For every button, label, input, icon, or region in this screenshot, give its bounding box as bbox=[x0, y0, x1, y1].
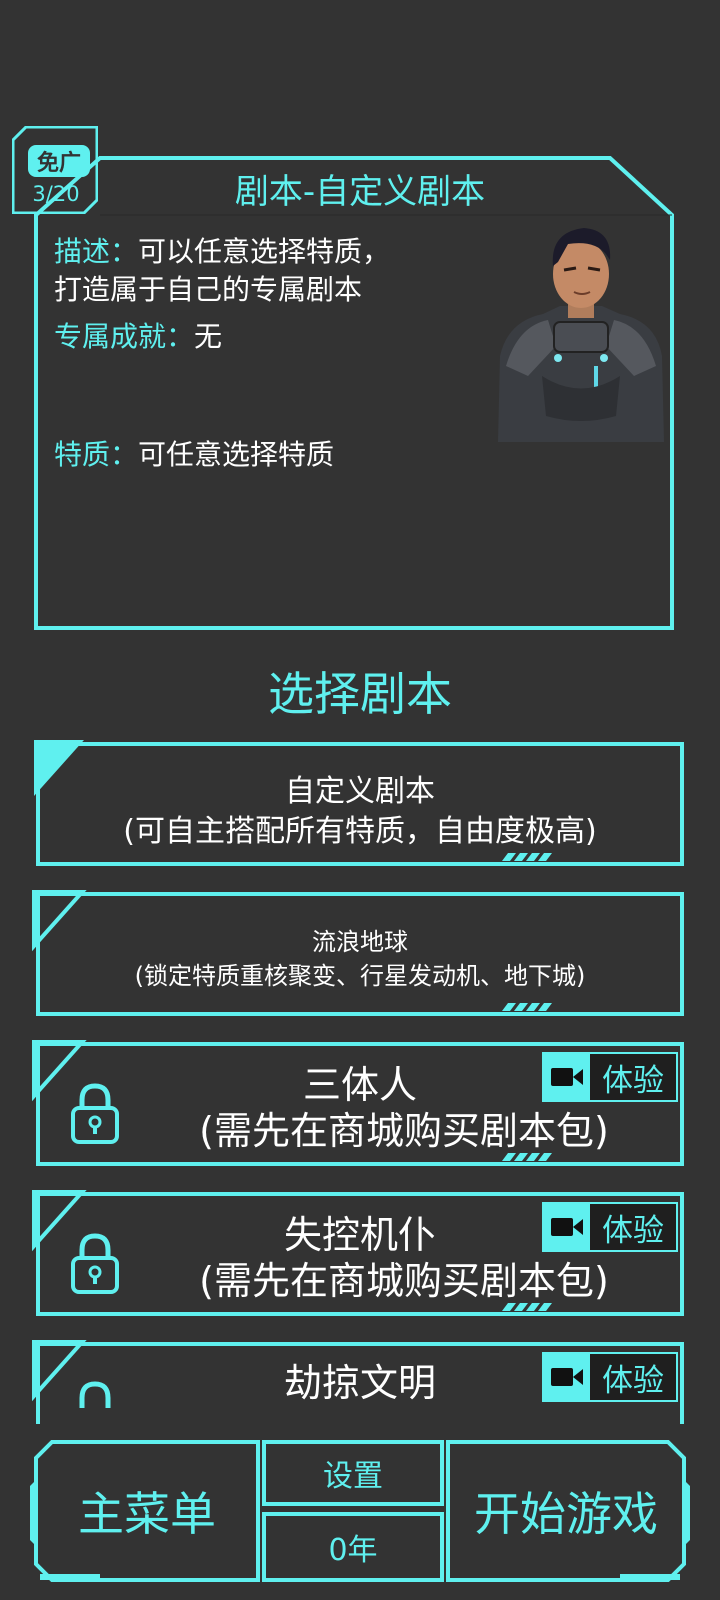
settings-button[interactable]: 设置 bbox=[264, 1442, 442, 1504]
script-card-rogue-servitors[interactable]: 失控机仆 (需先在商城购买剧本包) 体验 bbox=[30, 1190, 690, 1320]
description-row: 描述：可以任意选择特质， bbox=[54, 230, 390, 270]
lock-icon bbox=[79, 1381, 111, 1408]
script-card-trisolarans[interactable]: 三体人 (需先在商城购买剧本包) 体验 bbox=[30, 1040, 690, 1170]
start-game-button[interactable]: 开始游戏 bbox=[448, 1442, 684, 1580]
script-subtitle: (可自主搭配所有特质，自由度极高) bbox=[123, 814, 597, 849]
description-label: 描述： bbox=[54, 235, 139, 268]
traits-value: 可任意选择特质 bbox=[138, 438, 335, 471]
trial-label: 体验 bbox=[590, 1204, 676, 1250]
traits-row: 特质：可任意选择特质 bbox=[54, 433, 334, 473]
video-camera-icon bbox=[544, 1204, 590, 1250]
script-subtitle: (需先在商城购买剧本包) bbox=[199, 1259, 609, 1303]
info-title: 剧本-自定义剧本 bbox=[234, 172, 486, 212]
trial-button[interactable]: 体验 bbox=[542, 1052, 678, 1102]
trial-label: 体验 bbox=[590, 1054, 676, 1100]
script-title: 流浪地球 bbox=[312, 928, 408, 956]
select-script-heading: 选择剧本 bbox=[268, 667, 452, 721]
character-portrait bbox=[498, 228, 664, 442]
achievement-label: 专属成就： bbox=[54, 320, 195, 353]
script-card-custom[interactable]: 自定义剧本 (可自主搭配所有特质，自由度极高) bbox=[30, 740, 690, 870]
video-camera-icon bbox=[544, 1054, 590, 1100]
description-text: 可以任意选择特质， bbox=[138, 235, 391, 268]
script-subtitle: (锁定特质重核聚变、行星发动机、地下城) bbox=[134, 962, 586, 990]
script-subtitle: (需先在商城购买剧本包) bbox=[199, 1109, 609, 1153]
main-menu-button[interactable]: 主菜单 bbox=[36, 1442, 258, 1580]
bottom-action-bar: 主菜单 设置 0年 开始游戏 bbox=[30, 1436, 690, 1584]
trial-button[interactable]: 体验 bbox=[542, 1352, 678, 1402]
trial-label: 体验 bbox=[590, 1354, 676, 1400]
script-title: 自定义剧本 bbox=[285, 774, 435, 809]
achievement-value: 无 bbox=[194, 320, 223, 353]
traits-label: 特质： bbox=[54, 438, 139, 471]
description-line2: 打造属于自己的专属剧本 bbox=[54, 273, 363, 306]
script-card-wandering-earth[interactable]: 流浪地球 (锁定特质重核聚变、行星发动机、地下城) bbox=[30, 890, 690, 1020]
trial-button[interactable]: 体验 bbox=[542, 1202, 678, 1252]
script-card-plunder[interactable]: 劫掠文明 体验 bbox=[30, 1340, 690, 1424]
year-counter: 0年 bbox=[328, 1533, 378, 1568]
video-camera-icon bbox=[544, 1354, 590, 1400]
achievement-row: 专属成就：无 bbox=[54, 315, 222, 355]
